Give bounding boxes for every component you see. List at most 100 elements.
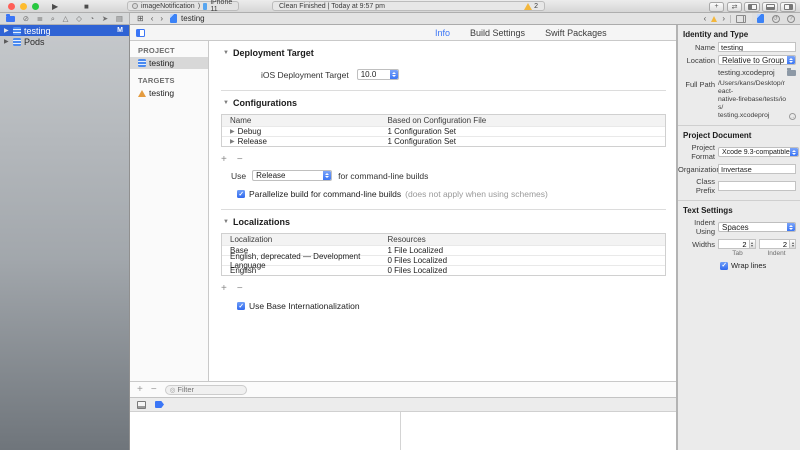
stepper-arrows-icon[interactable]	[790, 239, 796, 249]
widths-label: Widths	[678, 240, 715, 249]
symbol-navigator-icon[interactable]: ≣	[37, 14, 43, 24]
indent-using-label: Indent Using	[678, 218, 715, 236]
class-prefix-label: Class Prefix	[678, 177, 715, 195]
indent-width-stepper[interactable]	[759, 239, 797, 249]
location-popup[interactable]: Relative to Group	[718, 55, 796, 65]
table-row[interactable]: English, deprecated — Development Langua…	[222, 255, 665, 265]
name-label: Name	[678, 43, 715, 52]
tab-testing[interactable]: testing	[181, 14, 205, 23]
ios-deployment-target-row: iOS Deployment Target 10.0	[261, 69, 676, 80]
minimize-window-button[interactable]	[20, 3, 27, 10]
toggle-navigator-button[interactable]	[744, 2, 760, 12]
configurations-table: Name Based on Configuration File ▶Debug …	[221, 114, 666, 147]
indent-width-field[interactable]	[759, 239, 791, 249]
report-navigator-icon[interactable]: ▤	[116, 14, 123, 24]
name-field[interactable]	[718, 42, 796, 52]
debug-navigator-icon[interactable]: ◔	[90, 14, 95, 24]
popup-arrows-icon	[787, 56, 795, 64]
navigator-row-testing[interactable]: ▶ testing M	[0, 25, 129, 36]
wrap-lines-checkbox[interactable]	[720, 262, 728, 270]
remove-localization-button[interactable]: −	[237, 284, 243, 293]
open-in-finder-icon[interactable]: →	[789, 113, 796, 120]
history-inspector-icon[interactable]: ↺	[772, 15, 780, 23]
targets-header: TARGETS	[138, 76, 208, 85]
parallelize-row: Parallelize build for command-line build…	[237, 189, 676, 199]
class-prefix-field[interactable]	[718, 181, 796, 191]
toggle-editor-sidebar-icon[interactable]	[136, 29, 145, 37]
ios-deployment-target-popup[interactable]: 10.0	[357, 69, 399, 80]
disclosure-icon[interactable]: ▶	[4, 27, 10, 34]
run-button[interactable]: ▶	[52, 2, 58, 11]
next-issue-button[interactable]: ›	[722, 14, 725, 23]
disclosure-icon[interactable]: ▶	[4, 38, 10, 45]
file-inspector-icon[interactable]	[757, 14, 764, 23]
organization-field[interactable]	[718, 164, 796, 174]
disclosure-icon[interactable]: ▶	[230, 138, 235, 145]
issue-warning-icon[interactable]	[711, 16, 717, 22]
back-button[interactable]: ‹	[151, 14, 154, 23]
remove-configuration-button[interactable]: −	[237, 155, 243, 164]
table-row[interactable]: ▶Release 1 Configuration Set	[222, 136, 665, 146]
scheme-selector[interactable]: imageNotification ⟩ iPhone 11	[127, 1, 239, 11]
zoom-window-button[interactable]	[32, 3, 39, 10]
stepper-arrows-icon[interactable]	[750, 239, 756, 249]
widths-row: Widths	[678, 239, 796, 249]
tab-width-stepper[interactable]	[718, 239, 756, 249]
indent-using-popup[interactable]: Spaces	[718, 222, 796, 232]
hide-debug-area-icon[interactable]	[137, 401, 146, 409]
issue-navigator-icon[interactable]: △	[63, 14, 69, 24]
add-configuration-button[interactable]: +	[221, 155, 227, 164]
base-internationalization-checkbox[interactable]	[237, 302, 245, 310]
localizations-add-remove: + −	[221, 284, 676, 293]
target-item-testing[interactable]: testing	[130, 87, 208, 99]
parallelize-checkbox[interactable]	[237, 190, 245, 198]
project-format-popup[interactable]: Xcode 9.3-compatible	[718, 147, 799, 157]
test-navigator-icon[interactable]: ◇	[76, 14, 82, 24]
command-line-builds-row: Use Release for command-line builds	[231, 170, 676, 181]
indent-sublabel: Indent	[757, 250, 796, 257]
close-window-button[interactable]	[8, 3, 15, 10]
add-button[interactable]: +	[137, 385, 143, 395]
tab-swift-packages[interactable]: Swift Packages	[545, 28, 607, 38]
configurations-section-header: ▼ Configurations	[223, 98, 676, 108]
toggle-inspector-button[interactable]	[780, 2, 796, 12]
tab-info[interactable]: Info	[435, 28, 450, 38]
filter-field[interactable]: ◎	[165, 385, 247, 395]
filter-input[interactable]	[177, 385, 237, 394]
base-internationalization-label: Use Base Internationalization	[249, 301, 360, 311]
forward-button[interactable]: ›	[160, 14, 163, 23]
disclosure-icon[interactable]: ▶	[230, 128, 235, 135]
tab-overview-icon[interactable]: ⊞	[137, 14, 144, 23]
previous-issue-button[interactable]: ‹	[704, 14, 707, 23]
disclosure-icon[interactable]: ▼	[223, 50, 229, 56]
add-localization-button[interactable]: +	[221, 284, 227, 293]
debug-pane-divider[interactable]	[400, 412, 401, 450]
split-editor-icon[interactable]	[736, 15, 746, 23]
editor-arrows-button[interactable]: ⇄	[727, 2, 742, 12]
remove-button[interactable]: −	[151, 385, 157, 395]
table-row[interactable]: ▶Debug 1 Configuration Set	[222, 126, 665, 136]
inspector-divider	[678, 200, 800, 201]
disclosure-icon[interactable]: ▼	[223, 100, 229, 106]
find-navigator-icon[interactable]: ⌕	[51, 14, 55, 24]
command-line-config-popup[interactable]: Release	[252, 170, 332, 181]
disclosure-icon[interactable]: ▼	[223, 219, 229, 225]
project-navigator-icon[interactable]	[6, 16, 15, 22]
breakpoint-navigator-icon[interactable]: ➤	[102, 14, 108, 24]
identity-section-title: Identity and Type	[683, 30, 800, 39]
quick-help-inspector-icon[interactable]: ?	[787, 15, 795, 23]
add-editor-tab-button[interactable]: +	[709, 2, 724, 12]
full-path-label: Full Path	[678, 80, 715, 89]
project-item-testing[interactable]: testing	[130, 57, 208, 69]
choose-folder-icon[interactable]	[787, 70, 796, 76]
source-control-navigator-icon[interactable]: ⊘	[23, 14, 29, 24]
toggle-debug-area-button[interactable]	[762, 2, 778, 12]
localization-resources: 0 Files Localized	[381, 256, 665, 265]
tab-width-field[interactable]	[718, 239, 750, 249]
tab-build-settings[interactable]: Build Settings	[470, 28, 525, 38]
breakpoints-toggle-icon[interactable]	[155, 401, 164, 408]
stop-button[interactable]: ■	[84, 2, 89, 11]
navigator-row-pods[interactable]: ▶ Pods	[0, 36, 129, 47]
table-row[interactable]: English 0 Files Localized	[222, 265, 665, 275]
warning-badge[interactable]: 2	[524, 3, 538, 10]
